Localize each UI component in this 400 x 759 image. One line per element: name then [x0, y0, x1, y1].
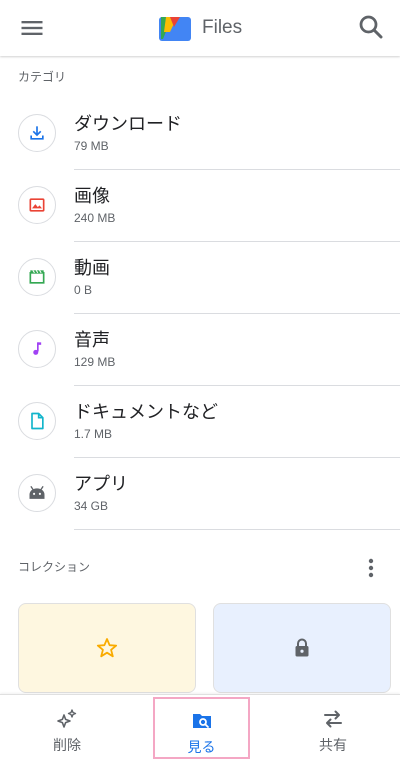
nav-browse[interactable]: 見る — [153, 697, 250, 759]
category-size: 34 GB — [74, 499, 109, 513]
category-name: 画像 — [74, 186, 110, 207]
star-icon — [96, 638, 118, 658]
files-logo-icon — [159, 17, 191, 41]
search-icon — [359, 15, 383, 39]
video-icon — [29, 270, 45, 284]
category-icon-circle — [18, 186, 56, 224]
category-list: ダウンロード 79 MB 画像 240 MB 動画 0 B 音声 129 MB … — [0, 98, 400, 530]
category-downloads[interactable]: ダウンロード 79 MB — [0, 98, 400, 170]
search-button[interactable] — [356, 12, 386, 42]
more-vert-icon — [368, 558, 374, 578]
category-icon-circle — [18, 402, 56, 440]
nav-label: 削除 — [53, 738, 81, 754]
favorites-card[interactable] — [18, 603, 196, 693]
download-icon — [30, 126, 44, 140]
hamburger-menu-icon — [21, 21, 43, 35]
category-size: 0 B — [74, 283, 93, 297]
category-name: 音声 — [74, 330, 110, 351]
category-videos[interactable]: 動画 0 B — [0, 242, 400, 314]
nav-share[interactable]: 共有 — [285, 695, 381, 759]
divider — [74, 529, 400, 530]
category-icon-circle — [18, 114, 56, 152]
category-documents[interactable]: ドキュメントなど 1.7 MB — [0, 386, 400, 458]
categories-header: カテゴリ — [18, 70, 67, 84]
sparkle-icon — [57, 709, 77, 728]
category-audio[interactable]: 音声 129 MB — [0, 314, 400, 386]
lock-icon — [295, 638, 309, 657]
swap-arrows-icon — [324, 710, 342, 728]
collections-more-button[interactable] — [364, 556, 378, 580]
category-size: 79 MB — [74, 139, 109, 153]
category-icon-circle — [18, 474, 56, 512]
category-apps[interactable]: アプリ 34 GB — [0, 458, 400, 530]
files-app: Files カテゴリ ダウンロード 79 MB 画像 240 MB 動画 0 B… — [0, 0, 400, 759]
safe-folder-card[interactable] — [213, 603, 391, 693]
category-name: アプリ — [74, 474, 128, 495]
music-note-icon — [33, 342, 42, 355]
nav-label: 見る — [187, 740, 216, 756]
category-icon-circle — [18, 258, 56, 296]
category-name: ダウンロード — [74, 114, 182, 135]
category-name: ドキュメントなど — [74, 402, 218, 423]
category-size: 129 MB — [74, 355, 116, 369]
nav-label: 共有 — [319, 738, 347, 754]
bottom-navigation: 削除 見る 共有 — [0, 694, 400, 759]
collections-header: コレクション — [18, 560, 91, 574]
category-images[interactable]: 画像 240 MB — [0, 170, 400, 242]
category-icon-circle — [18, 330, 56, 368]
category-size: 1.7 MB — [74, 427, 113, 441]
document-icon — [31, 412, 44, 430]
menu-button[interactable] — [18, 14, 46, 42]
android-icon — [29, 486, 45, 499]
app-brand: Files — [158, 12, 242, 44]
category-name: 動画 — [74, 258, 110, 279]
browse-folder-icon — [192, 714, 211, 728]
image-icon — [29, 198, 45, 212]
category-size: 240 MB — [74, 211, 116, 225]
top-app-bar: Files — [0, 0, 400, 56]
nav-clean[interactable]: 削除 — [19, 695, 115, 759]
app-title: Files — [202, 17, 243, 38]
